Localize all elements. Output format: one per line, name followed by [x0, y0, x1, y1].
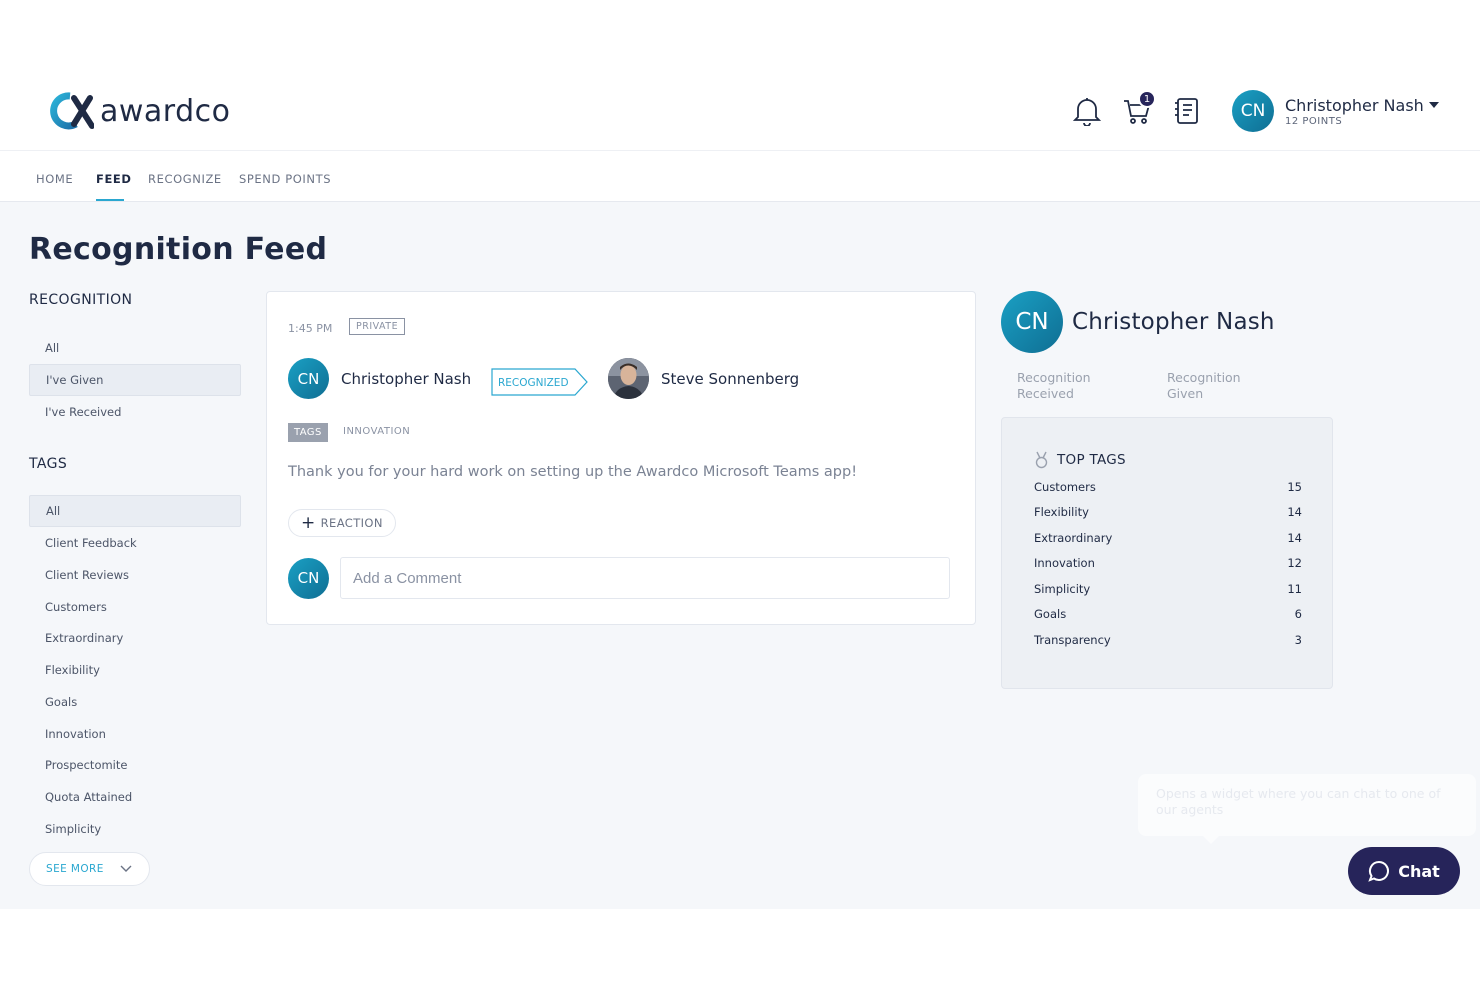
giver-avatar: CN	[288, 358, 329, 399]
chat-button[interactable]: Chat	[1348, 847, 1460, 895]
top-tag-name: Flexibility	[1034, 505, 1089, 519]
recognized-arrow-icon: RECOGNIZED	[491, 368, 588, 396]
stat-recognition-given: Recognition Given	[1167, 370, 1241, 401]
top-tag-row[interactable]: Flexibility 14	[1034, 505, 1302, 519]
add-reaction-button[interactable]: + REACTION	[288, 509, 396, 537]
user-points: 12 POINTS	[1285, 115, 1343, 127]
top-tag-name: Transparency	[1034, 633, 1111, 647]
top-tag-count: 6	[1294, 607, 1302, 621]
tag-filter-customers[interactable]: Customers	[29, 591, 241, 623]
filter-ive-received[interactable]: I've Received	[29, 396, 241, 428]
tag-filter-innovation[interactable]: Innovation	[29, 718, 241, 750]
top-tag-name: Innovation	[1034, 556, 1095, 570]
tag-filter-goals[interactable]: Goals	[29, 686, 241, 718]
top-tags-title: TOP TAGS	[1034, 451, 1126, 469]
plus-icon: +	[301, 512, 316, 533]
top-tag-count: 11	[1287, 582, 1302, 596]
user-menu[interactable]: CN Christopher Nash 12 POINTS	[1232, 90, 1439, 132]
filter-all-recognition[interactable]: All	[29, 332, 241, 364]
top-tag-count: 14	[1287, 505, 1302, 519]
cart-count-badge: 1	[1138, 90, 1156, 108]
see-more-button[interactable]: SEE MORE	[29, 852, 150, 886]
awardco-logo[interactable]: awardco	[50, 92, 231, 130]
tag-filter-all[interactable]: All	[29, 495, 241, 527]
chat-tooltip: Opens a widget where you can chat to one…	[1138, 774, 1476, 836]
user-avatar: CN	[1232, 90, 1274, 132]
chevron-down-icon	[120, 865, 132, 872]
comment-input[interactable]: Add a Comment	[340, 557, 950, 599]
main-content: Recognition Feed RECOGNITION All I've Gi…	[0, 202, 1480, 909]
nav-spend-points[interactable]: SPEND POINTS	[239, 172, 331, 186]
chat-label: Chat	[1398, 861, 1440, 881]
giver[interactable]: CN Christopher Nash	[288, 358, 471, 399]
post-tag[interactable]: INNOVATION	[343, 426, 410, 437]
tag-filter-flexibility[interactable]: Flexibility	[29, 654, 241, 686]
top-tag-count: 3	[1294, 633, 1302, 647]
chevron-down-icon	[1428, 102, 1439, 108]
top-tag-row[interactable]: Extraordinary 14	[1034, 531, 1302, 545]
top-tag-name: Goals	[1034, 607, 1067, 621]
top-tag-row[interactable]: Simplicity 11	[1034, 582, 1302, 596]
tag-filter-client-feedback[interactable]: Client Feedback	[29, 527, 241, 559]
nav-recognize[interactable]: RECOGNIZE	[148, 172, 222, 186]
recognized-label: RECOGNIZED	[498, 377, 569, 389]
top-tag-row[interactable]: Customers 15	[1034, 480, 1302, 494]
filter-ive-given[interactable]: I've Given	[29, 364, 241, 396]
post-message: Thank you for your hard work on setting …	[288, 464, 858, 480]
see-more-label: SEE MORE	[46, 863, 104, 875]
medal-icon	[1035, 451, 1048, 469]
page-title: Recognition Feed	[29, 232, 328, 267]
profile-header: CN Christopher Nash	[1001, 291, 1275, 353]
private-badge: PRIVATE	[349, 318, 406, 335]
logo-text: awardco	[100, 93, 231, 129]
top-tags-label: TOP TAGS	[1057, 452, 1126, 468]
commenter-avatar: CN	[288, 557, 329, 599]
chat-tooltip-arrow	[1203, 836, 1219, 844]
stat-recognition-received: Recognition Received	[1017, 370, 1091, 401]
top-tag-row[interactable]: Transparency 3	[1034, 633, 1302, 647]
user-name: Christopher Nash	[1285, 95, 1424, 115]
receiver-name: Steve Sonnenberg	[661, 369, 800, 388]
receiver[interactable]: Steve Sonnenberg	[608, 358, 799, 399]
recognition-post-card: 1:45 PM PRIVATE CN Christopher Nash RECO…	[266, 291, 976, 625]
chat-bubble-icon	[1368, 860, 1390, 882]
comment-row: CN Add a Comment	[288, 557, 950, 599]
page-bottom	[0, 909, 1480, 987]
top-tag-count: 14	[1287, 531, 1302, 545]
tag-filter-simplicity[interactable]: Simplicity	[29, 813, 241, 845]
tag-filter-client-reviews[interactable]: Client Reviews	[29, 559, 241, 591]
profile-name: Christopher Nash	[1072, 309, 1275, 335]
top-tags-panel: TOP TAGS Customers 15 Flexibility 14 Extra…	[1001, 417, 1333, 689]
profile-avatar: CN	[1001, 291, 1063, 353]
tag-filter-prospectomite[interactable]: Prospectomite	[29, 749, 241, 781]
top-header: awardco 1 CN Christopher Nash 12 POINTS	[0, 0, 1480, 150]
receiver-avatar	[608, 358, 649, 399]
post-time: 1:45 PM	[288, 322, 333, 335]
recognized-badge: RECOGNIZED	[491, 368, 589, 396]
top-tag-name: Simplicity	[1034, 582, 1091, 596]
tag-filter-extraordinary[interactable]: Extraordinary	[29, 622, 241, 654]
tags-label: TAGS	[288, 423, 328, 442]
main-nav: HOME FEED RECOGNIZE SPEND POINTS	[0, 150, 1480, 202]
top-tag-row[interactable]: Goals 6	[1034, 607, 1302, 621]
bell-icon[interactable]	[1070, 94, 1104, 128]
recognition-section-title: RECOGNITION	[29, 292, 133, 308]
giver-name: Christopher Nash	[341, 369, 472, 388]
header-icons: 1	[1070, 90, 1220, 128]
tags-section-title: TAGS	[29, 456, 68, 472]
cart-icon[interactable]: 1	[1120, 90, 1156, 128]
active-tab-underline	[96, 199, 124, 201]
awardco-logo-icon	[50, 92, 94, 130]
top-tag-count: 12	[1287, 556, 1302, 570]
tag-filter-quota-attained[interactable]: Quota Attained	[29, 781, 241, 813]
top-tag-name: Customers	[1034, 480, 1096, 494]
top-tag-row[interactable]: Innovation 12	[1034, 556, 1302, 570]
catalog-icon[interactable]	[1170, 94, 1204, 128]
user-name-row: Christopher Nash	[1285, 96, 1439, 115]
reaction-label: REACTION	[320, 516, 383, 530]
top-tag-name: Extraordinary	[1034, 531, 1113, 545]
nav-feed[interactable]: FEED	[96, 172, 132, 186]
top-tag-count: 15	[1287, 480, 1302, 494]
nav-home[interactable]: HOME	[36, 172, 73, 186]
